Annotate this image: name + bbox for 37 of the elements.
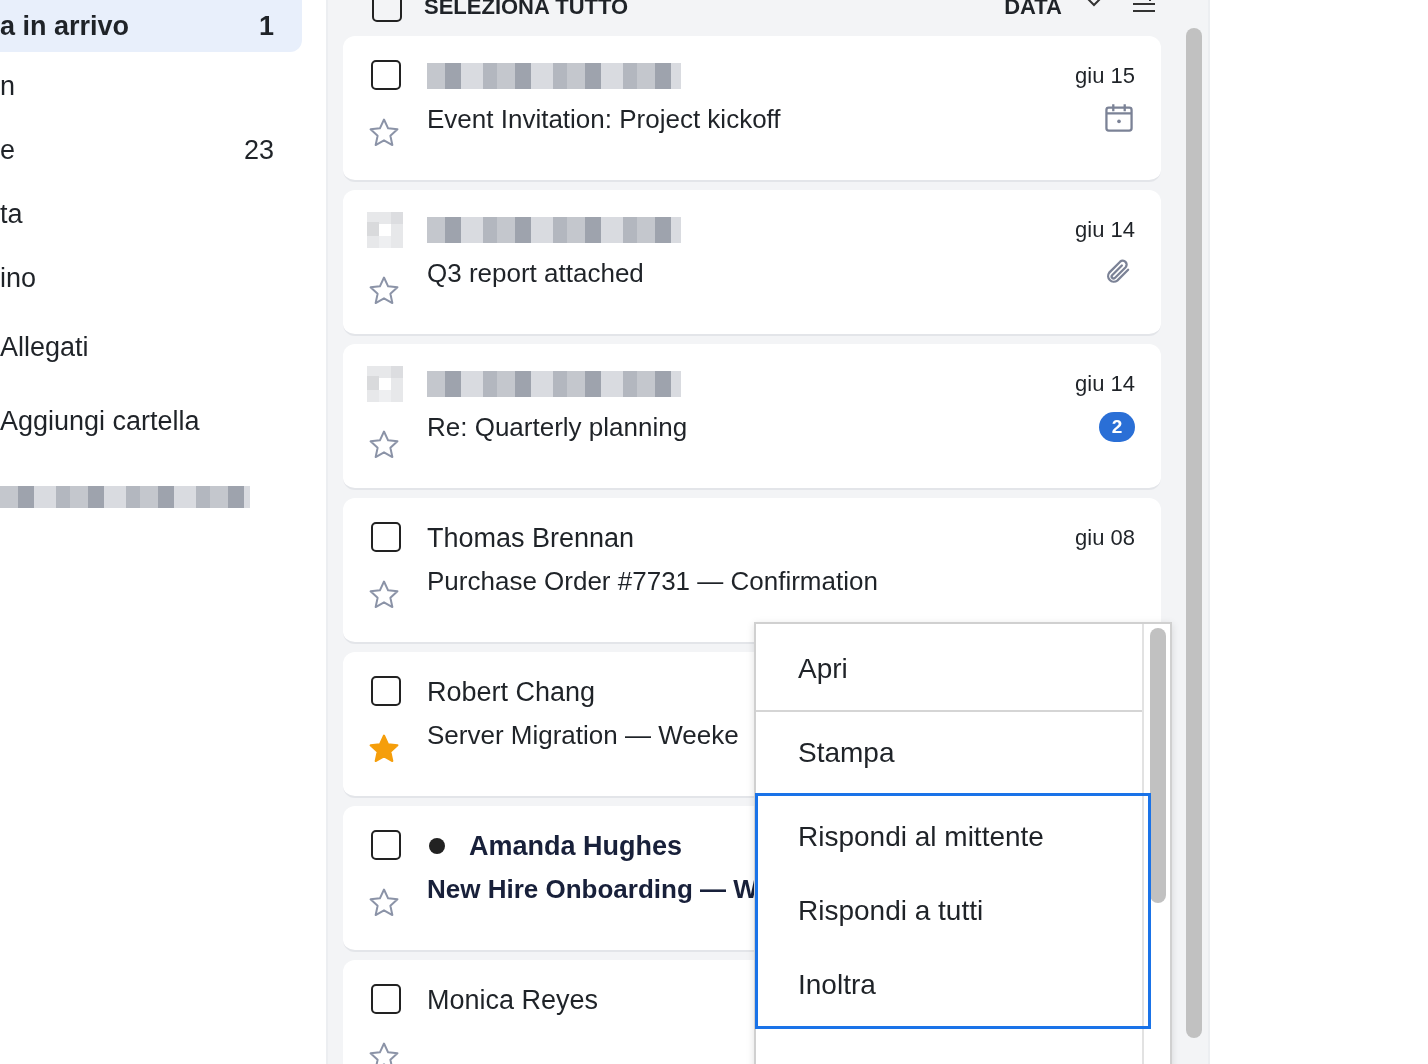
scrollbar-thumb[interactable]	[1150, 628, 1166, 903]
date: giu 15	[1075, 62, 1135, 90]
menu-item[interactable]: Rispondi a tutti	[756, 874, 1150, 948]
folder-item[interactable]: a in arrivo 1	[0, 0, 302, 52]
subject: Event Invitation: Project kickoff	[427, 104, 782, 135]
checkbox[interactable]	[371, 522, 401, 552]
scrollbar-thumb[interactable]	[1186, 28, 1202, 1038]
sender-name: Robert Chang	[427, 676, 596, 708]
subject: Server Migration — Weeke	[427, 720, 740, 751]
sender-name: Monica Reyes	[427, 984, 599, 1016]
select-all-checkbox[interactable]	[372, 0, 402, 22]
folder-item[interactable]: ino	[0, 246, 302, 310]
date: giu 08	[1075, 524, 1135, 552]
star-icon[interactable]	[367, 1040, 401, 1064]
sender-name: Thomas Brennan	[427, 522, 635, 554]
checkbox[interactable]	[371, 676, 401, 706]
checkbox[interactable]	[371, 60, 401, 90]
date: giu 14	[1075, 216, 1135, 244]
checkbox[interactable]	[371, 830, 401, 860]
checkbox[interactable]	[371, 984, 401, 1014]
folder-item[interactable]: n	[0, 54, 302, 118]
thread-count-badge: 2	[1099, 412, 1135, 442]
folder-item[interactable]: Aggiungi cartella	[0, 384, 302, 458]
message-card[interactable]: Q3 report attached giu 14	[343, 190, 1161, 336]
subject: Purchase Order #7731 — Confirmation	[427, 566, 879, 597]
message-card[interactable]: Event Invitation: Project kickoff giu 15	[343, 36, 1161, 182]
subject: Q3 report attached	[427, 258, 645, 289]
sort-icon[interactable]	[1132, 0, 1156, 14]
folder-item[interactable]: ta	[0, 182, 302, 246]
date: giu 14	[1075, 370, 1135, 398]
folder-item[interactable]: e 23	[0, 118, 302, 182]
subject: Re: Quarterly planning	[427, 412, 689, 443]
message-card[interactable]: Thomas Brennan Purchase Order #7731 — Confirmation giu 08	[343, 498, 1161, 644]
sender-name: Amanda Hughes	[469, 830, 683, 862]
folder-item[interactable]: Allegati	[0, 310, 302, 384]
message-card[interactable]: Re: Quarterly planning giu 14 2	[343, 344, 1161, 490]
menu-item[interactable]: Stampa	[756, 716, 1142, 790]
